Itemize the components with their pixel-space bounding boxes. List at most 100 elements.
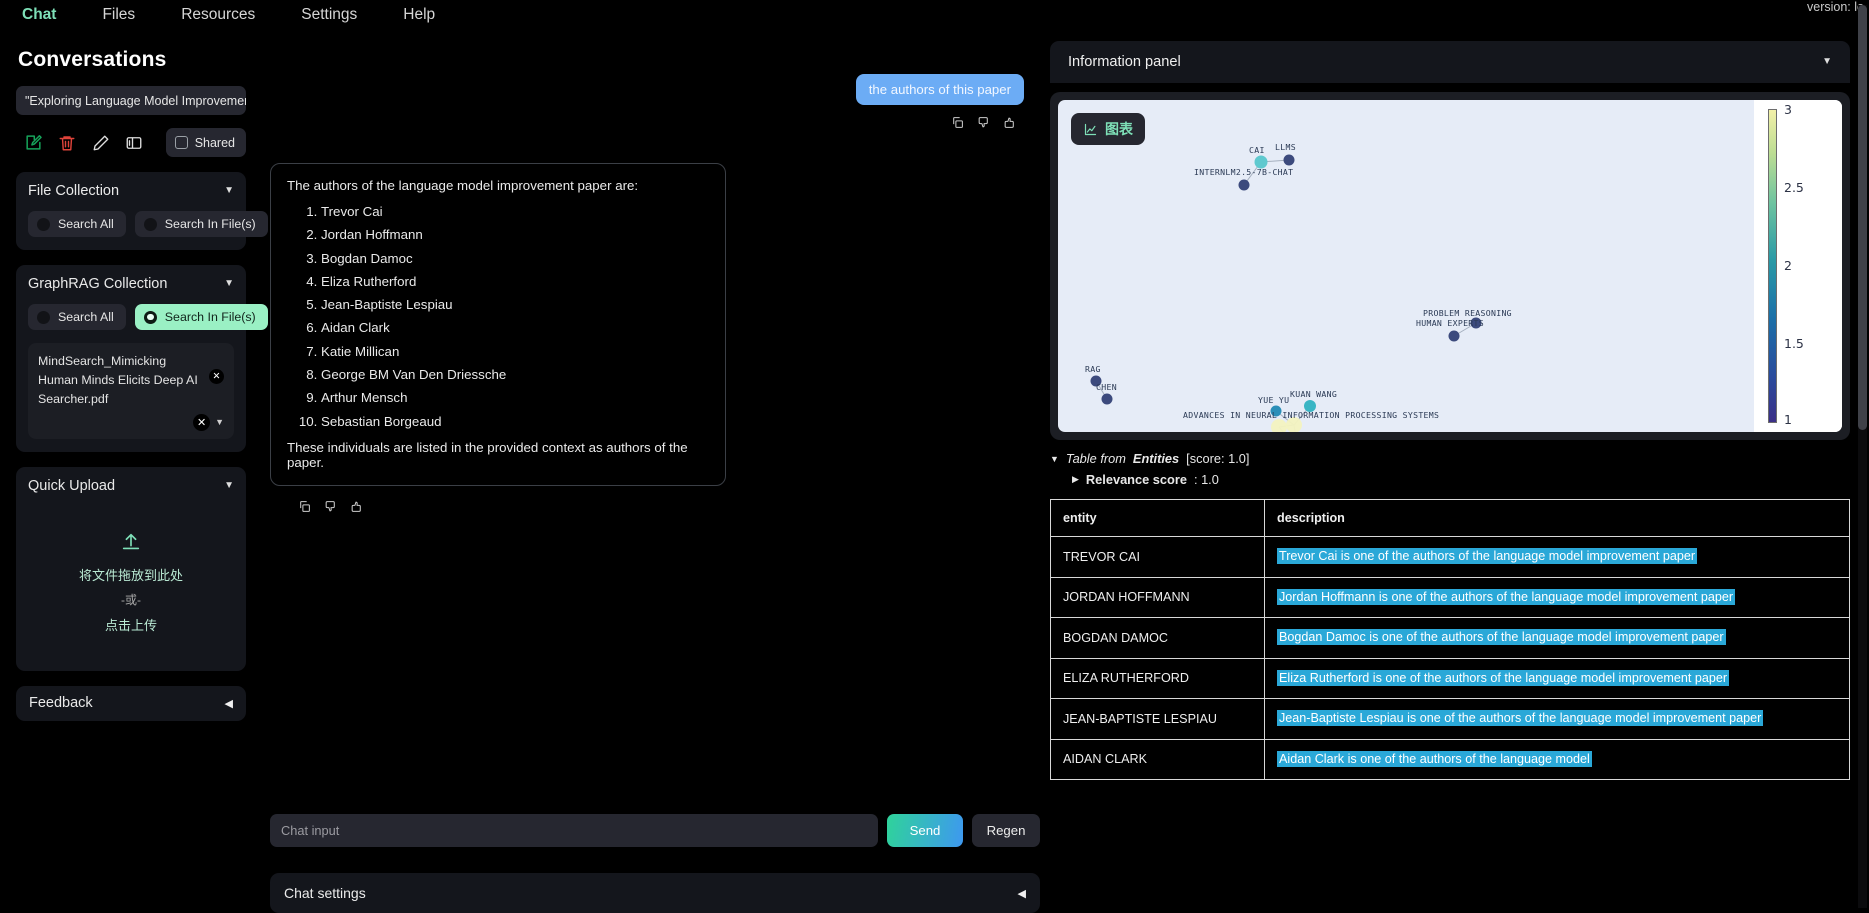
information-panel-header[interactable]: Information panel ▼: [1050, 41, 1850, 83]
graph-node-labels: LLMS CAI INTERNLM2.5-7B-CHAT PROBLEM REA…: [1085, 142, 1512, 420]
cell-entity: TREVOR CAI: [1050, 536, 1265, 578]
column-header-entity: entity: [1050, 499, 1265, 537]
nav-item-resources[interactable]: Resources: [181, 6, 255, 24]
page-scrollbar-thumb[interactable]: [1858, 5, 1867, 430]
dropzone-or-text: -或-: [121, 593, 141, 608]
table-source-name: Entities: [1132, 451, 1180, 466]
nav-item-files[interactable]: Files: [102, 6, 135, 24]
graph-chart-container: LLMS CAI INTERNLM2.5-7B-CHAT PROBLEM REA…: [1050, 92, 1850, 440]
graph-svg: LLMS CAI INTERNLM2.5-7B-CHAT PROBLEM REA…: [1085, 142, 1512, 432]
highlighted-text: Jordan Hoffmann is one of the authors of…: [1277, 588, 1736, 605]
file-collection-options: Search All Search In File(s): [28, 211, 268, 237]
chevron-down-icon[interactable]: ▼: [224, 480, 234, 491]
top-navigation: Chat Files Resources Settings Help versi…: [0, 0, 1869, 30]
file-collection-search-in-files[interactable]: Search In File(s): [134, 211, 268, 237]
feedback-title: Feedback: [29, 695, 93, 712]
regen-button[interactable]: Regen: [972, 814, 1040, 847]
file-collection-panel: File Collection ▼ Search All Search In F…: [16, 172, 268, 250]
assistant-tail-text: These individuals are listed in the prov…: [287, 439, 688, 470]
graphrag-file-box: MindSearch_Mimicking Human Minds Elicits…: [28, 343, 234, 439]
highlighted-text: Eliza Rutherford is one of the authors o…: [1277, 669, 1730, 686]
list-item: Bogdan Damoc: [321, 251, 709, 265]
chevron-right-icon[interactable]: ▶: [1072, 474, 1079, 485]
option-label: Search All: [58, 310, 114, 324]
chevron-left-icon[interactable]: ◀: [225, 697, 233, 710]
colorbar-tick: 1.5: [1784, 336, 1804, 351]
entity-graph-plot[interactable]: LLMS CAI INTERNLM2.5-7B-CHAT PROBLEM REA…: [1058, 100, 1842, 432]
delete-icon[interactable]: [55, 130, 78, 156]
shared-toggle[interactable]: Shared: [165, 128, 246, 157]
new-chat-icon[interactable]: [22, 130, 45, 156]
graphrag-collection-header[interactable]: GraphRAG Collection ▼: [28, 276, 234, 292]
list-item: George BM Van Den Driessche: [321, 368, 709, 382]
option-label: Search In File(s): [164, 217, 256, 231]
chat-input[interactable]: [270, 814, 878, 847]
dropzone-click-text[interactable]: 点击上传: [105, 615, 157, 634]
chevron-down-icon[interactable]: ▼: [224, 279, 234, 289]
quick-upload-title: Quick Upload: [28, 477, 116, 494]
graphrag-search-all[interactable]: Search All: [28, 304, 126, 330]
table-header-row: entity description: [1050, 499, 1850, 537]
quick-upload-panel: Quick Upload ▼ 将文件拖放到此处 -或- 点击上传: [16, 466, 246, 671]
table-row: BOGDAN DAMOC Bogdan Damoc is one of the …: [1050, 617, 1850, 659]
feedback-panel-toggle[interactable]: Feedback ◀: [16, 685, 246, 721]
thumbs-down-icon[interactable]: [324, 500, 337, 518]
graphrag-search-in-files[interactable]: Search In File(s): [134, 304, 268, 330]
graph-nodes: [1090, 154, 1482, 432]
cell-description: Trevor Cai is one of the authors of the …: [1264, 536, 1850, 578]
chevron-left-icon[interactable]: ◀: [1018, 887, 1026, 900]
cell-entity: ELIZA RUTHERFORD: [1050, 657, 1265, 700]
file-chip-name: MindSearch_Mimicking Human Minds Elicits…: [38, 354, 198, 407]
svg-text:KUAN WANG: KUAN WANG: [1290, 389, 1337, 399]
table-source-line[interactable]: ▼ Table from Entities [score: 1.0]: [1050, 451, 1850, 466]
table-row: ELIZA RUTHERFORD Eliza Rutherford is one…: [1050, 657, 1850, 700]
file-chip: MindSearch_Mimicking Human Minds Elicits…: [38, 352, 224, 410]
copy-icon[interactable]: [951, 116, 964, 134]
chat-settings-label: Chat settings: [284, 885, 366, 901]
copy-icon[interactable]: [298, 500, 311, 518]
send-button[interactable]: Send: [887, 814, 963, 847]
file-dropzone[interactable]: 将文件拖放到此处 -或- 点击上传: [28, 508, 234, 658]
svg-text:CAI: CAI: [1249, 145, 1265, 155]
left-sidebar: Conversations "Exploring Language Model …: [0, 36, 268, 913]
thumbs-down-icon[interactable]: [977, 116, 990, 134]
table-row: TREVOR CAI Trevor Cai is one of the auth…: [1050, 536, 1850, 578]
chevron-down-icon[interactable]: ▼: [1050, 454, 1059, 464]
entities-table: entity description TREVOR CAI Trevor Cai…: [1050, 499, 1850, 781]
chart-badge[interactable]: 图表: [1071, 113, 1145, 145]
nav-item-settings[interactable]: Settings: [301, 6, 357, 24]
thumbs-up-icon[interactable]: [350, 500, 363, 518]
radio-icon: [37, 217, 50, 231]
table-row: JEAN-BAPTISTE LESPIAU Jean-Baptiste Lesp…: [1050, 698, 1850, 740]
chevron-down-icon[interactable]: ▼: [224, 186, 234, 196]
colorbar: [1768, 109, 1777, 423]
relevance-score-line[interactable]: ▶ Relevance score: 1.0: [1050, 472, 1850, 487]
quick-upload-header[interactable]: Quick Upload ▼: [28, 478, 234, 494]
chevron-down-icon[interactable]: ▼: [215, 417, 224, 427]
chart-icon: [1084, 123, 1097, 135]
nav-item-help[interactable]: Help: [403, 6, 435, 24]
file-collection-search-all[interactable]: Search All: [28, 211, 126, 237]
option-label: Search All: [58, 217, 114, 231]
list-item: Aidan Clark: [321, 321, 709, 335]
panel-toggle-icon[interactable]: [122, 130, 145, 156]
file-collection-title: File Collection: [28, 183, 120, 199]
user-message-actions: [270, 113, 1040, 137]
remove-file-icon[interactable]: ✕: [209, 369, 224, 384]
list-item: Arthur Mensch: [321, 391, 709, 405]
radio-icon: [143, 217, 157, 231]
highlighted-text: Jean-Baptiste Lespiau is one of the auth…: [1277, 710, 1764, 727]
dropzone-text: 将文件拖放到此处: [78, 568, 183, 584]
assistant-message: The authors of the language model improv…: [270, 163, 726, 486]
chevron-down-icon[interactable]: ▼: [1822, 57, 1832, 67]
nav-item-chat[interactable]: Chat: [22, 6, 56, 24]
chat-settings-toggle[interactable]: Chat settings ◀: [270, 873, 1040, 913]
shared-checkbox[interactable]: [174, 136, 188, 149]
file-collection-header[interactable]: File Collection ▼: [28, 183, 234, 199]
rename-icon[interactable]: [89, 130, 112, 156]
colorbar-tick: 3: [1784, 102, 1792, 117]
clear-all-icon[interactable]: ✕: [193, 413, 211, 431]
graphrag-collection-panel: GraphRAG Collection ▼ Search All Search …: [16, 265, 268, 452]
conversation-selector[interactable]: "Exploring Language Model Improvement:: [16, 86, 246, 115]
thumbs-up-icon[interactable]: [1003, 116, 1016, 134]
